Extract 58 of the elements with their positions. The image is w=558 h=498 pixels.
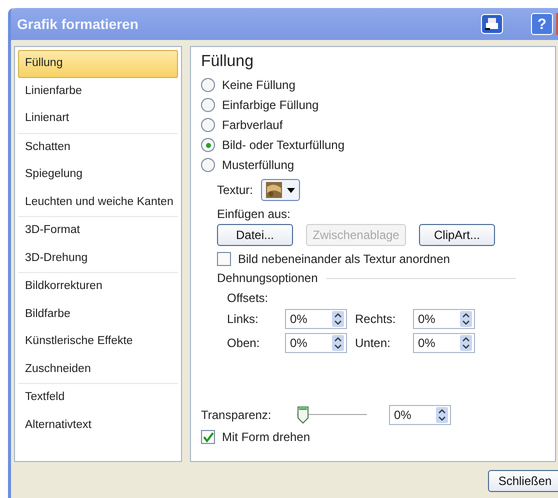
radio-button[interactable] xyxy=(201,158,215,172)
texture-label: Textur: xyxy=(217,183,254,197)
close-button[interactable]: Schließen xyxy=(488,470,558,492)
offset-label: Links: xyxy=(227,312,260,326)
spinner-arrows-icon[interactable] xyxy=(436,407,448,423)
radio-label: Musterfüllung xyxy=(222,158,294,172)
radio-button[interactable] xyxy=(201,98,215,112)
sidebar-item[interactable]: Alternativtext xyxy=(18,412,178,439)
sidebar-item[interactable]: Textfeld xyxy=(18,384,178,412)
radio-button[interactable] xyxy=(201,118,215,132)
sidebar-item[interactable]: Füllung xyxy=(18,50,178,78)
sidebar-item[interactable]: Künstlerische Effekte xyxy=(18,328,178,356)
spin-field[interactable]: 0% xyxy=(285,309,347,329)
spinner-arrows-icon[interactable] xyxy=(332,335,344,351)
spin-field[interactable]: 0% xyxy=(285,333,347,353)
checkbox[interactable] xyxy=(217,252,231,266)
sidebar-item[interactable]: Leuchten und weiche Kanten xyxy=(18,188,178,216)
sidebar-item[interactable]: 3D-Format xyxy=(18,217,178,244)
sidebar-item[interactable]: Bildfarbe xyxy=(18,300,178,328)
spin-field[interactable]: 0% xyxy=(413,309,475,329)
radio-label: Einfarbige Füllung xyxy=(222,98,319,112)
texture-swatch-icon xyxy=(266,182,282,198)
insert-from-label: Einfügen aus: xyxy=(217,207,292,221)
window-title: Grafik formatieren xyxy=(17,16,138,32)
offset-label: Rechts: xyxy=(355,312,397,326)
offset-label: Unten: xyxy=(355,336,392,350)
spinner-arrows-icon[interactable] xyxy=(332,311,344,327)
sidebar-item[interactable]: Linienart xyxy=(18,105,178,132)
sidebar-item[interactable]: 3D-Drehung xyxy=(18,244,178,272)
checkbox-label: Mit Form drehen xyxy=(222,430,310,444)
offset-label: Oben: xyxy=(227,336,261,350)
radio-label: Farbverlauf xyxy=(222,118,283,132)
checkbox[interactable] xyxy=(201,430,215,444)
radio-button[interactable] xyxy=(201,78,215,92)
sidebar-item[interactable]: Zuschneiden xyxy=(18,356,178,383)
radio-label: Bild- oder Texturfüllung xyxy=(222,138,345,152)
insert-button[interactable]: Datei... xyxy=(217,224,293,246)
section-label: Dehnungsoptionen xyxy=(217,271,318,285)
printer-icon[interactable] xyxy=(481,14,503,34)
transparency-label: Transparenz: xyxy=(201,408,272,422)
slider-thumb[interactable] xyxy=(297,406,309,424)
help-button[interactable]: ? xyxy=(531,13,553,35)
offsets-label: Offsets: xyxy=(227,291,270,305)
sidebar-item[interactable]: Schatten xyxy=(18,134,178,161)
radio-button[interactable] xyxy=(201,138,215,152)
sidebar-item[interactable]: Spiegelung xyxy=(18,161,178,188)
radio-label: Keine Füllung xyxy=(222,78,296,92)
insert-button[interactable]: ClipArt... xyxy=(419,224,495,246)
sidebar-item[interactable]: Bildkorrekturen xyxy=(18,273,178,300)
texture-dropdown[interactable] xyxy=(261,179,300,201)
spinner-arrows-icon[interactable] xyxy=(460,311,472,327)
sidebar-item[interactable]: Linienfarbe xyxy=(18,78,178,105)
spin-field[interactable]: 0% xyxy=(389,405,451,425)
spinner-arrows-icon[interactable] xyxy=(460,335,472,351)
section-heading: Füllung xyxy=(201,53,254,71)
checkbox-label: Bild nebeneinander als Textur anordnen xyxy=(238,252,450,266)
spin-field[interactable]: 0% xyxy=(413,333,475,353)
caret-icon xyxy=(287,188,296,192)
